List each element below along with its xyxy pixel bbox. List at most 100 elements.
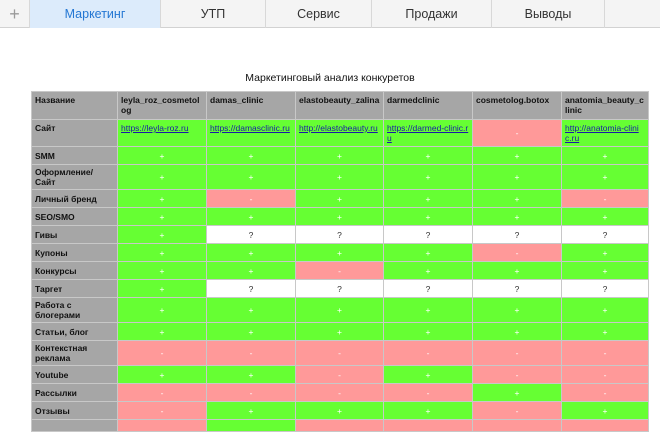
row-label[interactable]: Оформление/ Сайт <box>31 164 118 190</box>
table-cell[interactable]: - <box>472 340 562 366</box>
table-cell[interactable] <box>472 419 562 432</box>
table-cell[interactable]: + <box>383 207 473 226</box>
table-cell[interactable]: + <box>472 189 562 208</box>
tab-service[interactable]: Сервис <box>265 0 371 28</box>
table-cell[interactable]: + <box>561 243 649 262</box>
table-cell[interactable] <box>561 419 649 432</box>
table-cell[interactable]: + <box>206 365 296 384</box>
table-cell[interactable]: + <box>117 322 207 341</box>
table-cell[interactable]: ? <box>295 279 384 298</box>
row-label[interactable]: Отзывы <box>31 401 118 420</box>
row-label[interactable]: Работа с блогерами <box>31 297 118 323</box>
row-label[interactable]: Сайт <box>31 119 118 147</box>
table-cell[interactable]: + <box>295 146 384 165</box>
website-link[interactable]: http://elastobeauty.ru <box>295 119 384 147</box>
row-label[interactable]: Таргет <box>31 279 118 298</box>
table-cell[interactable]: + <box>295 164 384 190</box>
website-link[interactable]: https://darmed-clinic.ru <box>383 119 473 147</box>
tab-conclusions[interactable]: Выводы <box>491 0 604 28</box>
table-cell[interactable]: + <box>295 297 384 323</box>
table-cell[interactable]: + <box>561 261 649 280</box>
table-cell[interactable]: + <box>206 146 296 165</box>
table-cell[interactable]: + <box>383 297 473 323</box>
table-cell[interactable]: + <box>117 164 207 190</box>
table-cell[interactable]: + <box>295 243 384 262</box>
table-cell[interactable]: - <box>472 365 562 384</box>
table-cell[interactable]: - <box>295 365 384 384</box>
header-competitor-cell[interactable]: darmedclinic <box>383 91 473 120</box>
table-cell[interactable]: + <box>206 401 296 420</box>
table-cell[interactable]: + <box>117 279 207 298</box>
website-link[interactable]: http://anatomia-clinic.ru <box>561 119 649 147</box>
table-cell[interactable]: + <box>206 261 296 280</box>
header-name-cell[interactable]: Название <box>31 91 118 120</box>
table-cell[interactable]: - <box>383 383 473 402</box>
tab-marketing[interactable]: Маркетинг <box>30 0 160 28</box>
row-label[interactable]: Контекстная реклама <box>31 340 118 366</box>
table-cell[interactable]: - <box>472 243 562 262</box>
table-cell[interactable]: + <box>561 146 649 165</box>
header-competitor-cell[interactable]: cosmetolog.botox <box>472 91 562 120</box>
row-label[interactable]: Youtube <box>31 365 118 384</box>
table-cell[interactable]: ? <box>472 225 562 244</box>
table-cell[interactable]: + <box>561 401 649 420</box>
table-cell[interactable]: + <box>295 401 384 420</box>
header-competitor-cell[interactable]: elastobeauty_zalina <box>295 91 384 120</box>
table-cell[interactable]: + <box>383 189 473 208</box>
tab-utp[interactable]: УТП <box>160 0 265 28</box>
table-cell[interactable]: + <box>383 322 473 341</box>
table-cell[interactable]: + <box>117 146 207 165</box>
table-cell[interactable]: + <box>117 207 207 226</box>
table-cell[interactable]: + <box>206 243 296 262</box>
row-label[interactable]: Статьи, блог <box>31 322 118 341</box>
row-label[interactable]: Конкурсы <box>31 261 118 280</box>
table-cell[interactable]: + <box>472 297 562 323</box>
table-cell[interactable]: + <box>561 164 649 190</box>
table-cell[interactable] <box>206 419 296 432</box>
table-cell[interactable]: ? <box>383 225 473 244</box>
table-cell[interactable]: - <box>561 189 649 208</box>
table-cell[interactable]: + <box>206 297 296 323</box>
table-cell[interactable]: - <box>561 365 649 384</box>
header-competitor-cell[interactable]: anatomia_beauty_clinic <box>561 91 649 120</box>
table-cell[interactable] <box>117 419 207 432</box>
table-cell[interactable]: + <box>117 297 207 323</box>
table-cell[interactable]: + <box>383 243 473 262</box>
table-cell[interactable]: + <box>383 146 473 165</box>
table-cell[interactable]: + <box>117 189 207 208</box>
table-cell[interactable]: - <box>561 340 649 366</box>
table-cell[interactable]: + <box>117 261 207 280</box>
table-cell[interactable]: ? <box>561 279 649 298</box>
table-cell[interactable]: - <box>295 383 384 402</box>
table-cell[interactable]: + <box>206 164 296 190</box>
row-label[interactable]: SEO/SMO <box>31 207 118 226</box>
table-cell[interactable]: + <box>472 322 562 341</box>
tab-sales[interactable]: Продажи <box>371 0 491 28</box>
table-cell[interactable]: + <box>472 261 562 280</box>
table-cell[interactable]: + <box>472 207 562 226</box>
table-cell[interactable] <box>295 419 384 432</box>
table-cell[interactable]: - <box>472 119 562 147</box>
table-cell[interactable]: - <box>206 340 296 366</box>
row-label[interactable] <box>31 419 118 432</box>
row-label[interactable]: Личный бренд <box>31 189 118 208</box>
table-cell[interactable]: + <box>561 207 649 226</box>
table-cell[interactable]: + <box>472 146 562 165</box>
table-cell[interactable]: + <box>206 322 296 341</box>
table-cell[interactable]: ? <box>206 279 296 298</box>
table-cell[interactable]: + <box>383 164 473 190</box>
table-cell[interactable]: + <box>206 207 296 226</box>
table-cell[interactable] <box>383 419 473 432</box>
table-cell[interactable]: - <box>472 401 562 420</box>
table-cell[interactable]: - <box>206 189 296 208</box>
table-cell[interactable]: - <box>383 340 473 366</box>
table-cell[interactable]: ? <box>295 225 384 244</box>
website-link[interactable]: https://leyla-roz.ru <box>117 119 207 147</box>
table-cell[interactable]: - <box>295 261 384 280</box>
table-cell[interactable]: ? <box>561 225 649 244</box>
table-cell[interactable]: + <box>383 365 473 384</box>
table-cell[interactable]: + <box>472 164 562 190</box>
row-label[interactable]: Купоны <box>31 243 118 262</box>
table-cell[interactable]: + <box>383 261 473 280</box>
row-label[interactable]: Рассылки <box>31 383 118 402</box>
